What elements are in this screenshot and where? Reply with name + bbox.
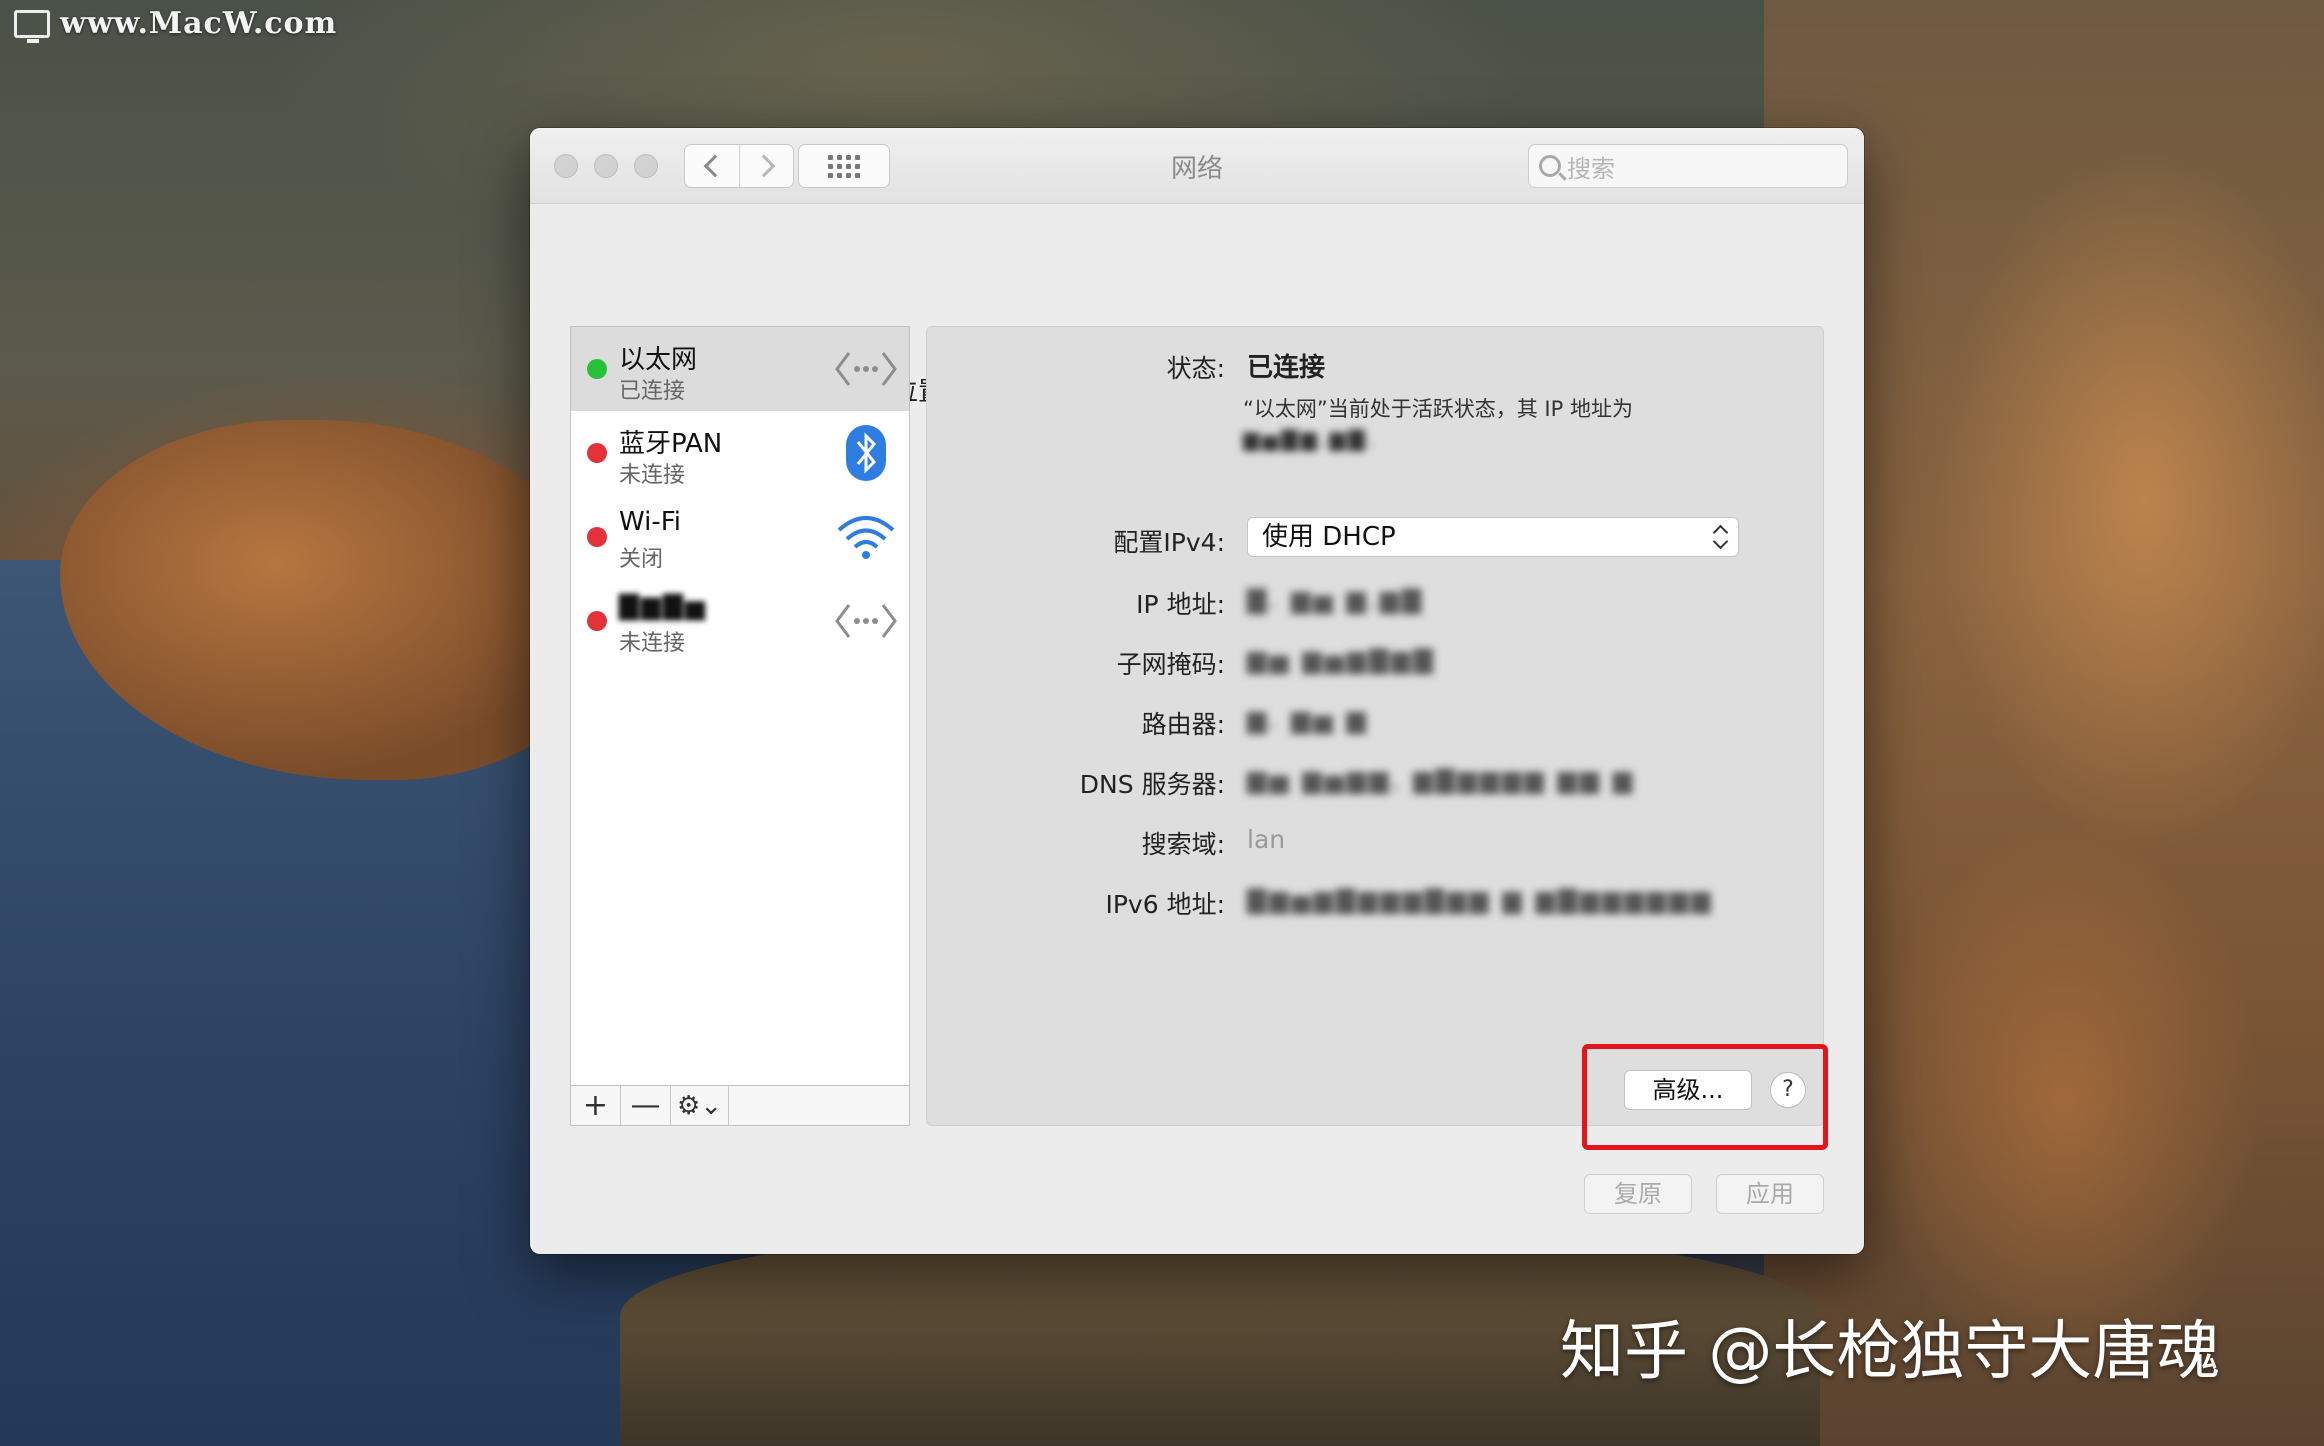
- status-dot-red: [587, 443, 607, 463]
- status-label: 状态:: [1166, 354, 1225, 383]
- service-list-panel: 以太网 已连接 蓝牙PAN 未连接 Wi-Fi 关闭 ▇▆▇▅ 未连接 + — …: [570, 326, 910, 1126]
- ethernet-icon: [835, 593, 897, 649]
- add-service-button[interactable]: +: [571, 1086, 621, 1125]
- service-item-bluetooth-pan[interactable]: 蓝牙PAN 未连接: [571, 411, 909, 495]
- ethernet-icon: [835, 341, 897, 397]
- status-value: 已连接: [1247, 353, 1326, 383]
- service-name: 以太网: [619, 345, 698, 375]
- search-icon: [1539, 155, 1561, 177]
- service-status: 未连接: [619, 631, 686, 656]
- titlebar: 网络 搜索: [530, 128, 1864, 204]
- service-detail-panel: 状态: 已连接 “以太网”当前处于活跃状态，其 IP 地址为 ▆▅▇▆.▆▇. …: [926, 326, 1824, 1126]
- service-name: Wi-Fi: [619, 507, 682, 537]
- monitor-icon: [14, 9, 50, 43]
- dns-server-value: ▆▅ ▆▅▆▆, ▆▇▆▆▆▆ ▆▆ ▆: [1247, 765, 1636, 794]
- service-status: 已连接: [619, 379, 686, 404]
- config-ipv4-label: 配置IPv4:: [1113, 528, 1225, 557]
- bluetooth-icon: [835, 425, 897, 481]
- ipv6-address-label: IPv6 地址:: [1105, 890, 1225, 919]
- config-ipv4-select[interactable]: 使用 DHCP: [1247, 517, 1739, 557]
- service-name: 蓝牙PAN: [619, 429, 723, 459]
- author-watermark: 知乎 @长枪独守大唐魂: [1560, 1315, 2221, 1389]
- site-watermark-text: www.MacW.com: [60, 6, 338, 41]
- dns-server-label: DNS 服务器:: [1079, 770, 1225, 799]
- service-status: 未连接: [619, 463, 686, 488]
- status-dot-red: [587, 527, 607, 547]
- service-name: ▇▆▇▅: [619, 591, 707, 621]
- wifi-icon: [835, 509, 897, 565]
- gear-menu-button[interactable]: ⚙⌄: [671, 1086, 729, 1125]
- service-item-ethernet[interactable]: 以太网 已连接: [571, 327, 909, 411]
- service-list-toolbar: + — ⚙⌄: [571, 1085, 909, 1125]
- help-button[interactable]: ?: [1770, 1072, 1806, 1108]
- ip-address-value: ▇. ▆▅ ▆.▆▇: [1247, 585, 1425, 614]
- search-domain-value: lan: [1247, 825, 1286, 854]
- service-item-wifi[interactable]: Wi-Fi 关闭: [571, 495, 909, 579]
- status-description: “以太网”当前处于活跃状态，其 IP 地址为: [1243, 397, 1633, 421]
- remove-service-button[interactable]: —: [621, 1086, 671, 1125]
- updown-arrows-icon: [1712, 524, 1728, 550]
- revert-button[interactable]: 复原: [1584, 1174, 1692, 1214]
- ip-address-label: IP 地址:: [1136, 590, 1225, 619]
- status-dot-red: [587, 611, 607, 631]
- search-field[interactable]: 搜索: [1528, 144, 1848, 188]
- network-preferences-window: 网络 搜索 位置: 自动 以太网 已连接 蓝牙PAN 未连接: [530, 128, 1864, 1254]
- service-status: 关闭: [619, 547, 664, 572]
- status-description-ip: ▆▅▇▆.▆▇.: [1243, 427, 1378, 451]
- router-label: 路由器:: [1141, 710, 1225, 739]
- subnet-mask-value: ▆▅ ▆▅▆▇▆▇: [1247, 645, 1436, 674]
- router-value: ▆. ▆▅ ▆: [1247, 705, 1369, 734]
- search-placeholder: 搜索: [1567, 154, 1615, 183]
- config-ipv4-value: 使用 DHCP: [1262, 522, 1396, 552]
- search-domain-label: 搜索域:: [1141, 830, 1225, 859]
- service-item-other[interactable]: ▇▆▇▅ 未连接: [571, 579, 909, 663]
- subnet-mask-label: 子网掩码:: [1116, 650, 1225, 679]
- apply-button[interactable]: 应用: [1716, 1174, 1824, 1214]
- site-watermark: www.MacW.com: [14, 6, 338, 43]
- advanced-button[interactable]: 高级...: [1624, 1070, 1752, 1110]
- ipv6-address-value: ▇▆▅▆▇▆▆▆▇▆▆ ▆ ▆▇▆▆▆▆▆▆: [1247, 885, 1714, 914]
- status-dot-green: [587, 359, 607, 379]
